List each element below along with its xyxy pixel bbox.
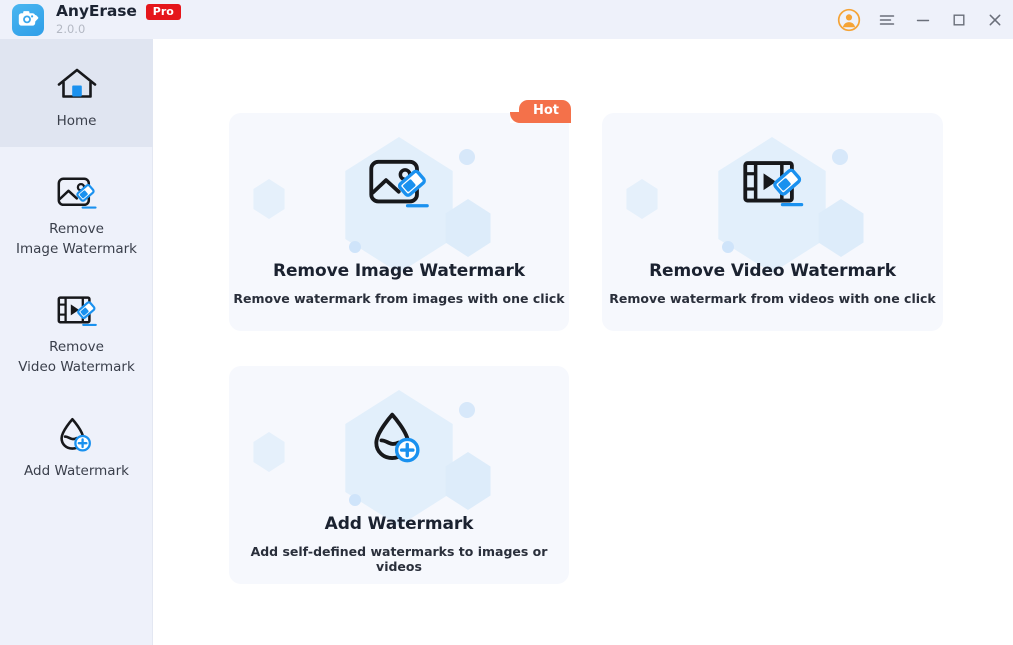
sidebar-item-remove-image-watermark-label: Remove Image Watermark	[16, 220, 137, 259]
user-account-icon[interactable]	[829, 0, 869, 39]
hamburger-menu-icon[interactable]	[869, 0, 905, 39]
sidebar-item-remove-video-watermark-label: Remove Video Watermark	[18, 338, 135, 377]
image-eraser-icon	[229, 157, 569, 213]
card-remove-video-watermark[interactable]: Remove Video Watermark Remove watermark …	[602, 113, 943, 331]
brand: AnyErase Pro 2.0.0	[0, 2, 181, 36]
close-icon[interactable]	[977, 0, 1013, 39]
droplet-plus-icon	[56, 408, 98, 454]
label-line-1: Remove	[49, 339, 104, 356]
sidebar: Home Remove Image Watermark Remove Video…	[0, 39, 153, 645]
camera-eraser-logo-icon	[12, 3, 44, 36]
window-controls	[829, 0, 1013, 39]
card-subtitle: Remove watermark from videos with one cl…	[609, 291, 936, 306]
card-title: Remove Image Watermark	[272, 261, 525, 281]
label-line-2: Video Watermark	[18, 359, 135, 375]
label-line-1: Remove	[49, 221, 104, 238]
video-eraser-icon	[56, 284, 98, 330]
home-icon	[56, 58, 98, 104]
circle-bottomleft-decor	[722, 241, 734, 253]
app-window: AnyErase Pro 2.0.0 Home Remove Image Wat…	[0, 0, 1013, 645]
sidebar-item-home[interactable]: Home	[0, 39, 153, 147]
image-eraser-icon	[56, 166, 98, 212]
card-add-watermark[interactable]: Add Watermark Add self-defined watermark…	[229, 366, 569, 584]
sidebar-item-add-watermark-label: Add Watermark	[24, 463, 129, 480]
card-remove-image-watermark[interactable]: Remove Image Watermark Remove watermark …	[229, 100, 571, 331]
minimize-icon[interactable]	[905, 0, 941, 39]
title-bar: AnyErase Pro 2.0.0	[0, 0, 1013, 39]
card-subtitle: Add self-defined watermarks to images or…	[250, 544, 548, 574]
circle-bottomleft-decor	[349, 241, 361, 253]
sidebar-item-remove-image-watermark[interactable]: Remove Image Watermark	[0, 147, 153, 265]
sidebar-item-add-watermark[interactable]: Add Watermark	[0, 383, 153, 493]
sidebar-item-home-label: Home	[56, 113, 97, 130]
circle-bottomleft-decor	[349, 494, 361, 506]
card-title: Remove Video Watermark	[649, 261, 896, 281]
card-title: Add Watermark	[324, 514, 474, 534]
main-content: Remove Image Watermark Remove watermark …	[153, 39, 1013, 645]
pro-badge: Pro	[145, 3, 181, 20]
card-subtitle: Remove watermark from images with one cl…	[233, 291, 565, 306]
sidebar-item-remove-video-watermark[interactable]: Remove Video Watermark	[0, 265, 153, 383]
label-line-2: Image Watermark	[15, 241, 138, 257]
droplet-plus-icon	[229, 410, 569, 466]
video-eraser-icon	[602, 157, 943, 213]
app-name: AnyErase	[56, 2, 137, 20]
hot-badge: Hot	[509, 100, 571, 124]
maximize-icon[interactable]	[941, 0, 977, 39]
app-version: 2.0.0	[56, 21, 86, 36]
